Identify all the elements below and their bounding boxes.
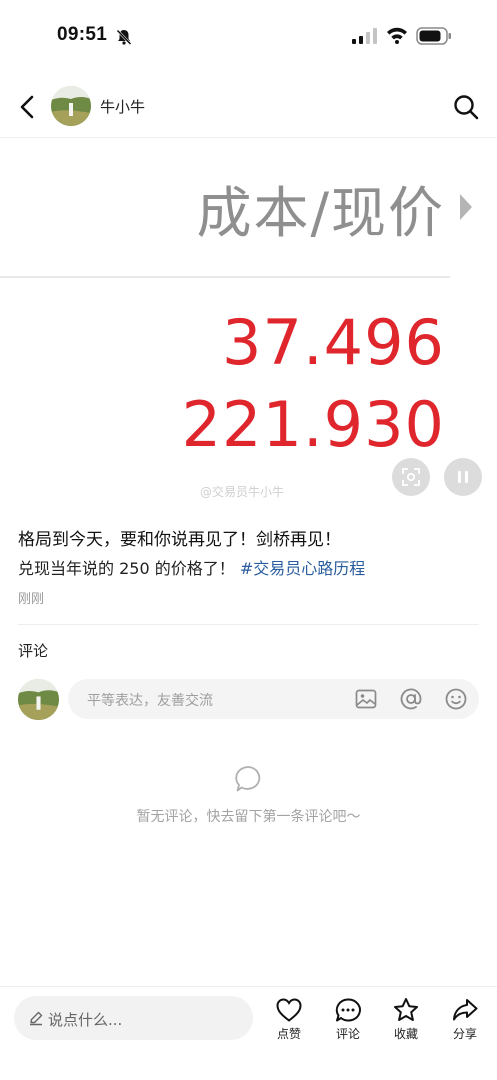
bottom-divider <box>0 986 497 987</box>
image-icon[interactable] <box>354 687 378 711</box>
image-title-text: 成本/现价 <box>196 181 445 245</box>
section-divider <box>18 624 479 625</box>
cost-value: 37.496 <box>222 306 445 379</box>
empty-comment-icon <box>235 766 261 792</box>
mention-icon[interactable] <box>399 687 423 711</box>
like-label: 点赞 <box>276 1027 301 1041</box>
comment-icon <box>335 998 361 1022</box>
image-divider <box>0 276 450 278</box>
comment-label: 评论 <box>335 1027 360 1041</box>
emoji-icon[interactable] <box>444 687 468 711</box>
signal-icon <box>352 28 377 44</box>
post-title: 格局到今天，要和你说再见了！剑桥再见！ <box>18 530 341 550</box>
comments-heading: 评论 <box>18 642 49 660</box>
like-button[interactable]: 点赞 <box>269 997 309 1042</box>
scan-icon <box>402 468 420 486</box>
pause-icon <box>458 471 468 483</box>
share-label: 分享 <box>452 1027 477 1041</box>
empty-comments-text: 暂无评论，快去留下第一条评论吧～ <box>136 809 361 825</box>
bell-muted-icon <box>116 29 132 45</box>
comment-button[interactable]: 评论 <box>328 997 368 1042</box>
say-something-placeholder: 说点什么... <box>48 1011 123 1029</box>
back-arrow-icon[interactable] <box>14 92 42 122</box>
favorite-label: 收藏 <box>393 1027 418 1041</box>
share-icon <box>453 999 478 1021</box>
price-value: 221.930 <box>181 388 445 461</box>
pencil-icon <box>30 1011 43 1026</box>
my-avatar <box>18 679 59 720</box>
search-icon[interactable] <box>452 93 480 121</box>
star-icon <box>394 998 418 1021</box>
author-avatar[interactable] <box>51 86 91 126</box>
wifi-icon <box>387 27 407 44</box>
pause-button[interactable] <box>444 458 482 496</box>
play-arrow-icon <box>460 194 472 220</box>
comment-input-placeholder: 平等表达，友善交流 <box>87 693 213 709</box>
post-timestamp: 刚刚 <box>18 592 45 607</box>
favorite-button[interactable]: 收藏 <box>386 997 426 1042</box>
post-body: 兑现当年说的 250 的价格了！ #交易员心路历程 <box>18 555 365 579</box>
battery-icon <box>416 27 451 45</box>
author-name[interactable]: 牛小牛 <box>100 96 145 117</box>
post-body-text: 兑现当年说的 250 的价格了！ <box>18 559 235 578</box>
scan-button[interactable] <box>392 458 430 496</box>
share-button[interactable]: 分享 <box>445 997 485 1042</box>
status-time: 09:51 <box>57 24 108 45</box>
hashtag-link[interactable]: #交易员心路历程 <box>240 559 365 578</box>
heart-icon <box>276 998 302 1022</box>
image-watermark: @交易员牛小牛 <box>200 485 285 499</box>
